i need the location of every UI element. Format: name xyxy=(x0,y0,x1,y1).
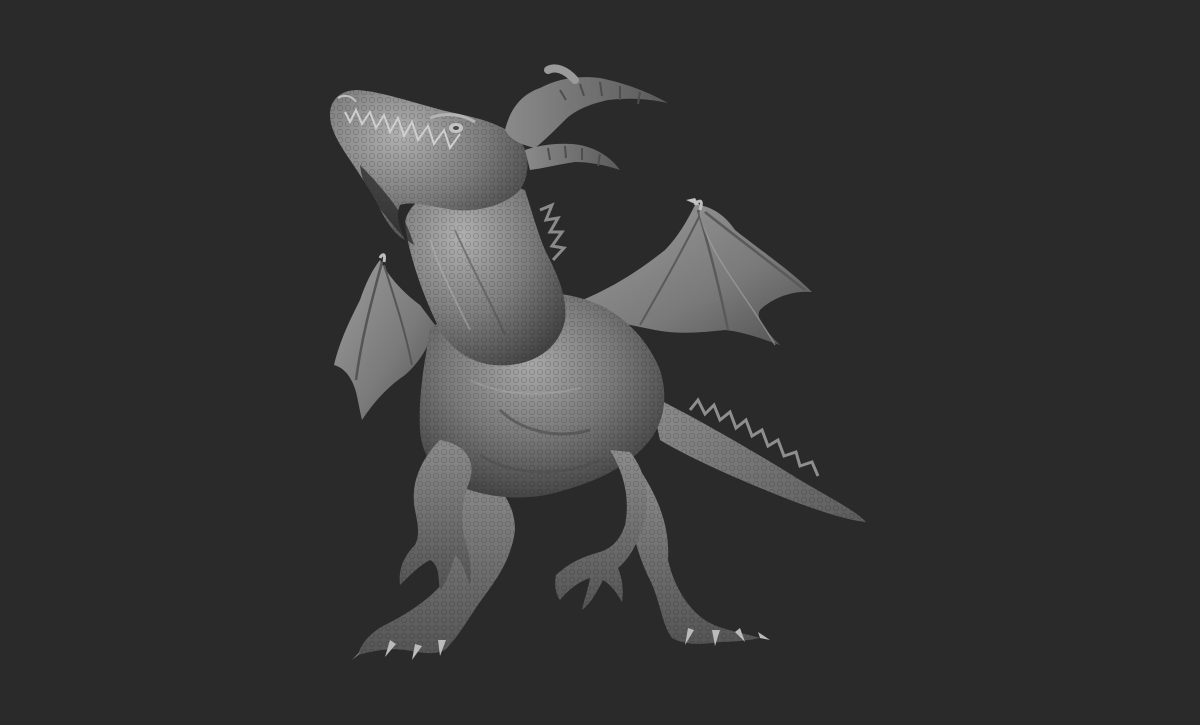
sculpt-viewport[interactable] xyxy=(0,0,1200,725)
tail xyxy=(650,395,866,522)
dragon-sculpt xyxy=(330,64,866,660)
horns xyxy=(505,64,668,170)
right-hind-leg xyxy=(630,470,770,646)
